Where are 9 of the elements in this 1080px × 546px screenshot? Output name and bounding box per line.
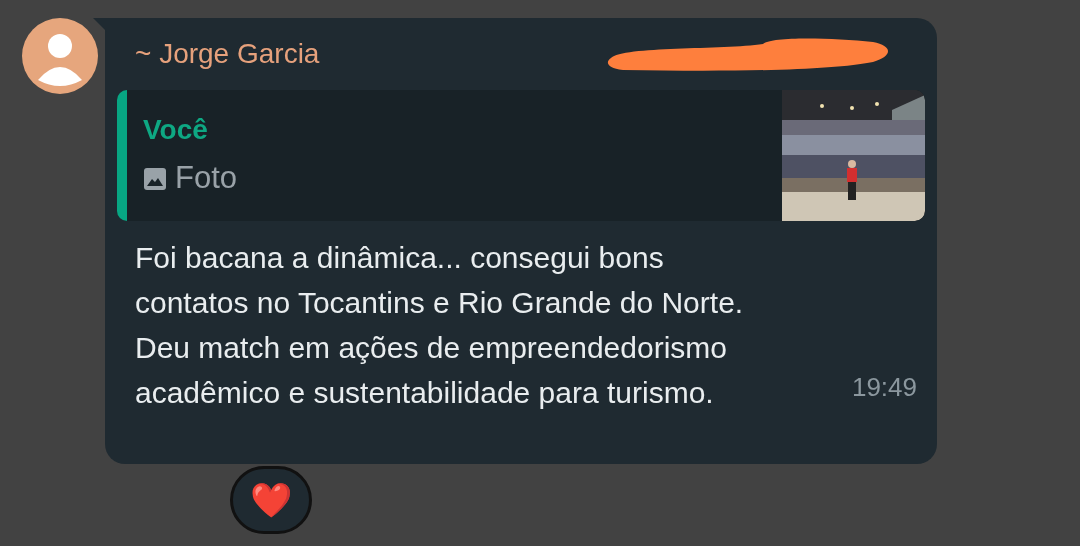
reaction-badge[interactable]: ❤ bbox=[230, 466, 312, 534]
quote-label: Foto bbox=[175, 159, 238, 198]
quote-author: Você bbox=[143, 113, 209, 148]
message-time: 19:49 bbox=[851, 371, 917, 404]
photo-icon bbox=[143, 166, 167, 191]
sender-name[interactable]: ~ Jorge Garcia bbox=[135, 37, 320, 71]
message-text: Foi bacana a dinâmica... consegui bons contatos no Tocantins e Rio Grande do Norte. Deu match em ações de empreendedorismo acadêmico e sustentabilidade para turismo. bbox=[135, 240, 745, 411]
quoted-message[interactable]: Você Foto bbox=[117, 90, 925, 221]
avatar-icon[interactable] bbox=[22, 18, 98, 94]
